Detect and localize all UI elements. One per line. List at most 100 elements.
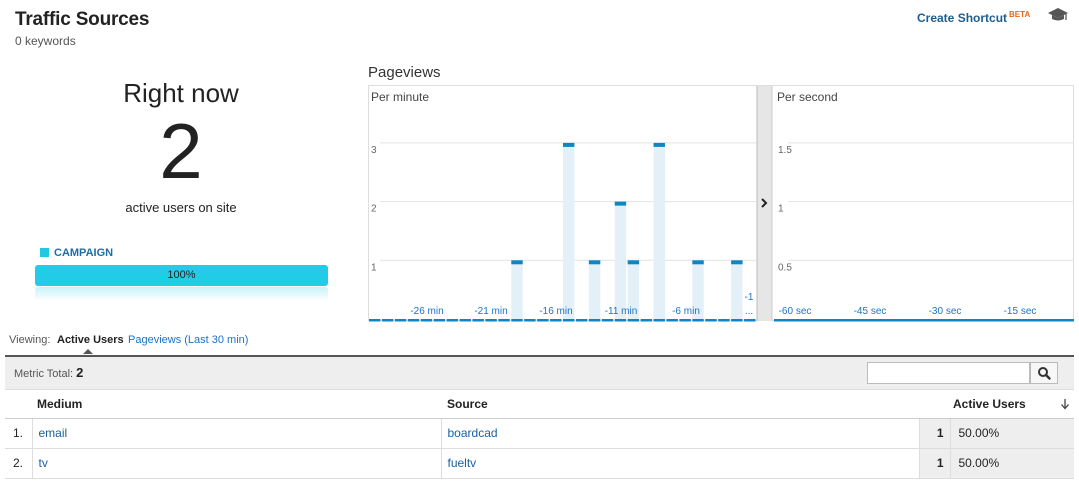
view-pageviews-tab[interactable]: Pageviews (Last 30 min) xyxy=(128,334,248,346)
per-second-baseline xyxy=(774,319,1074,322)
medium-column-header[interactable]: Medium xyxy=(5,390,441,419)
per-minute-baseline xyxy=(731,319,743,322)
per-minute-baseline xyxy=(369,319,381,322)
table-search-input[interactable] xyxy=(867,362,1030,384)
per-minute-bar xyxy=(653,142,665,319)
table-header-row: Medium Source Active Users xyxy=(5,390,1074,419)
per-minute-baseline xyxy=(692,319,704,322)
row-index: 1. xyxy=(5,418,33,449)
per-minute-baseline xyxy=(446,319,459,322)
table-search-button[interactable] xyxy=(1030,362,1058,384)
active-users-caption: active users on site xyxy=(125,200,237,215)
per-minute-baseline xyxy=(563,319,575,322)
per-minute-bar-cap xyxy=(692,260,704,265)
table-row: 2. tv fueltv 1 50.00% xyxy=(5,448,1074,479)
per-minute-title: Per minute xyxy=(371,90,429,104)
per-minute-baseline xyxy=(459,319,471,322)
per-minute-bar xyxy=(731,260,743,319)
metric-total-value: 2 xyxy=(76,365,84,380)
per-minute-bar-cap xyxy=(511,260,523,265)
per-minute-bar-cap xyxy=(653,142,665,147)
table-row: 1. email boardcad 1 50.00% xyxy=(5,418,1074,449)
per-minute-baseline xyxy=(575,319,588,322)
per-minute-baseline xyxy=(433,319,446,322)
source-column-header[interactable]: Source xyxy=(441,390,919,419)
per-minute-bar-cap xyxy=(731,260,743,265)
arrow-down-icon[interactable] xyxy=(1060,398,1070,410)
per-minute-x-tick: -6 min xyxy=(672,306,700,317)
campaign-swatch xyxy=(40,248,49,257)
per-second-title: Per second xyxy=(777,90,838,104)
active-users-percent: 50.00% xyxy=(950,418,1074,449)
per-minute-baseline xyxy=(524,319,536,322)
per-minute-x-tick: -21 min xyxy=(474,306,507,317)
create-shortcut-link[interactable]: Create Shortcut BETA xyxy=(917,10,1031,25)
source-link[interactable]: boardcad xyxy=(441,418,920,449)
per-minute-baseline xyxy=(472,319,484,322)
per-minute-baseline xyxy=(614,319,627,322)
per-minute-bar xyxy=(614,201,627,319)
per-second-x-tick: -60 sec xyxy=(779,306,812,317)
per-minute-x-tick: -16 min xyxy=(539,306,572,317)
per-minute-baseline xyxy=(420,319,433,322)
campaign-legend: CAMPAIGN xyxy=(40,247,113,259)
per-minute-y-tick: 3 xyxy=(371,145,377,156)
per-second-x-tick: -45 sec xyxy=(854,306,887,317)
metric-total-bar: Metric Total: 2 xyxy=(5,355,1074,390)
active-users-count: 2 xyxy=(159,107,203,195)
pageviews-title: Pageviews xyxy=(368,64,441,81)
per-minute-baseline xyxy=(679,319,691,322)
campaign-share-label: 100% xyxy=(167,269,196,281)
active-users-value: 1 xyxy=(919,418,951,449)
per-minute-x-tick: -11 min xyxy=(605,306,638,317)
beta-badge: BETA xyxy=(1009,10,1031,19)
per-minute-baseline xyxy=(705,319,717,322)
per-minute-baseline xyxy=(537,319,549,322)
per-minute-bar xyxy=(563,142,575,319)
pageviews-chart: Per minute Per second 1 2 3 -26 min -21 min -16… xyxy=(369,86,1074,322)
per-minute-baseline xyxy=(627,319,640,322)
campaign-legend-label: CAMPAIGN xyxy=(54,247,114,259)
campaign-bar-reflection xyxy=(35,287,328,301)
create-shortcut-label[interactable]: Create Shortcut xyxy=(917,11,1007,25)
per-minute-baseline xyxy=(588,319,601,322)
per-minute-baseline xyxy=(485,319,497,322)
per-minute-baseline xyxy=(666,319,678,322)
campaign-share-bar: 100% xyxy=(35,265,328,286)
medium-link[interactable]: tv xyxy=(32,448,442,479)
page-subtitle: 0 keywords xyxy=(15,34,76,48)
per-second-y-tick: 1.5 xyxy=(778,145,792,156)
per-minute-baseline xyxy=(407,319,420,322)
view-active-users-tab[interactable]: Active Users xyxy=(57,334,124,346)
per-minute-bar-cap xyxy=(627,260,640,265)
right-now-title: Right now xyxy=(123,78,239,108)
active-users-column-header[interactable]: Active Users xyxy=(919,390,1074,419)
per-minute-baseline xyxy=(744,319,756,322)
source-link[interactable]: fueltv xyxy=(441,448,920,479)
per-minute-baseline xyxy=(653,319,665,322)
per-minute-baseline xyxy=(718,319,730,322)
active-users-header-label[interactable]: Active Users xyxy=(953,397,1026,411)
traffic-sources-table: Medium Source Active Users 1. email boar… xyxy=(5,390,1074,479)
active-tab-caret-icon xyxy=(83,349,93,354)
per-second-y-tick: 0.5 xyxy=(778,262,792,273)
per-minute-baseline xyxy=(640,319,653,322)
page-title: Traffic Sources xyxy=(15,9,150,30)
per-minute-baseline xyxy=(498,319,510,322)
graduation-cap-icon[interactable] xyxy=(1047,6,1069,24)
active-users-value: 1 xyxy=(919,448,951,479)
per-second-x-tick: -30 sec xyxy=(929,306,962,317)
medium-link[interactable]: email xyxy=(32,418,442,449)
per-minute-y-tick: 2 xyxy=(371,204,377,215)
viewing-label: Viewing: xyxy=(9,334,51,346)
per-minute-bar-cap xyxy=(614,201,627,206)
per-minute-baseline xyxy=(601,319,614,322)
per-minute-baseline xyxy=(394,319,407,322)
metric-total: Metric Total: 2 xyxy=(14,365,83,380)
per-minute-baseline xyxy=(511,319,523,322)
magnifier-icon xyxy=(1038,367,1051,380)
per-minute-bar xyxy=(588,260,601,319)
per-minute-baseline xyxy=(550,319,562,322)
active-users-percent: 50.00% xyxy=(950,448,1074,479)
per-minute-bar-cap xyxy=(563,142,575,147)
